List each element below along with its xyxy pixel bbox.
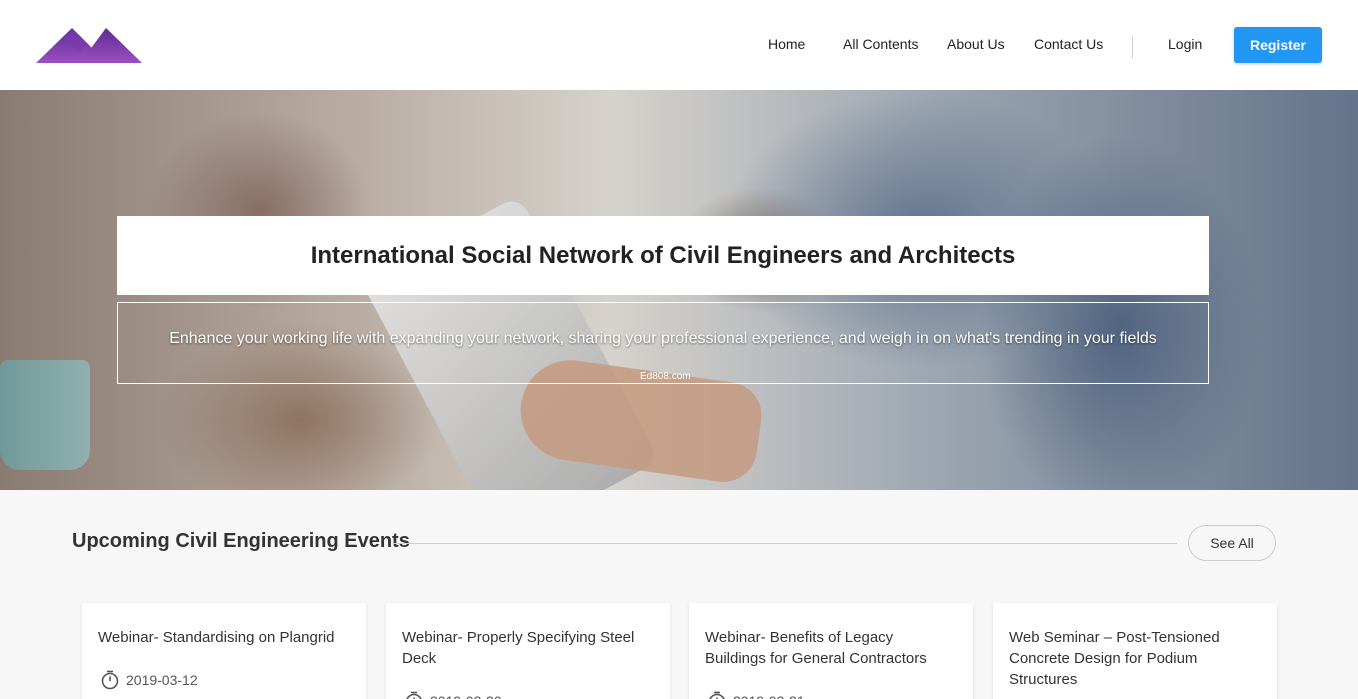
section-divider — [393, 543, 1177, 544]
event-date: 2019-03-12 — [126, 672, 198, 688]
see-all-button[interactable]: See All — [1188, 525, 1276, 561]
event-title[interactable]: Webinar- Benefits of Legacy Buildings fo… — [705, 627, 957, 669]
event-title[interactable]: Webinar- Standardising on Plangrid — [98, 627, 350, 648]
events-section-title: Upcoming Civil Engineering Events — [72, 530, 410, 552]
event-card[interactable]: Web Seminar – Post-Tensioned Concrete De… — [993, 603, 1277, 699]
event-date: 2019-03-21 — [733, 693, 805, 699]
event-title[interactable]: Web Seminar – Post-Tensioned Concrete De… — [1009, 627, 1261, 690]
nav-contact-us-link[interactable]: Contact Us — [1034, 36, 1103, 52]
hero-background-mug — [0, 360, 90, 470]
hero-title-box: International Social Network of Civil En… — [117, 216, 1209, 295]
timer-icon — [101, 670, 119, 690]
event-title[interactable]: Webinar- Properly Specifying Steel Deck — [402, 627, 654, 669]
site-header: Home All Contents About Us Contact Us Lo… — [0, 0, 1358, 90]
event-date-row: 2019-03-20 — [404, 691, 502, 699]
login-link[interactable]: Login — [1168, 36, 1202, 52]
timer-icon — [709, 691, 725, 699]
watermark: Ed808.com — [640, 371, 691, 382]
hero-title: International Social Network of Civil En… — [310, 241, 1016, 269]
mountain-logo-icon[interactable] — [36, 26, 142, 64]
event-date: 2019-03-20 — [430, 693, 502, 699]
event-date-row: 2019-03-21 — [707, 691, 805, 699]
timer-icon — [406, 691, 422, 699]
hero-subtitle: Enhance your working life with expanding… — [169, 330, 1157, 347]
nav-about-us-link[interactable]: About Us — [947, 36, 1005, 52]
event-card[interactable]: Webinar- Benefits of Legacy Buildings fo… — [689, 603, 973, 699]
event-card[interactable]: Webinar- Properly Specifying Steel Deck … — [386, 603, 670, 699]
nav-divider — [1132, 36, 1133, 58]
event-date-row: 2019-03-12 — [100, 670, 198, 690]
event-card[interactable]: Webinar- Standardising on Plangrid 2019-… — [82, 603, 366, 699]
register-button[interactable]: Register — [1234, 27, 1322, 63]
nav-all-contents-link[interactable]: All Contents — [843, 36, 918, 52]
hero-banner: International Social Network of Civil En… — [0, 90, 1358, 490]
nav-home-link[interactable]: Home — [768, 36, 805, 52]
